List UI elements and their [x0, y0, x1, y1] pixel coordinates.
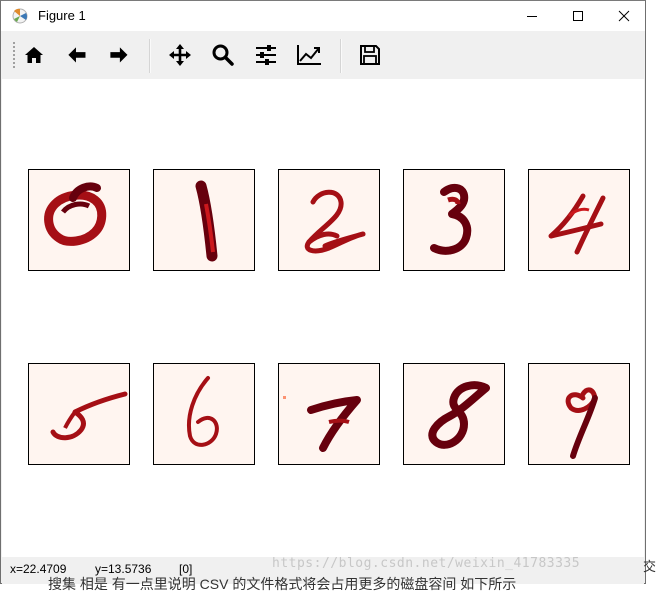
save-button[interactable] — [354, 39, 386, 71]
back-button[interactable] — [61, 39, 93, 71]
toolbar-separator — [149, 39, 151, 73]
customize-button[interactable] — [293, 39, 325, 71]
sliders-icon — [256, 45, 276, 65]
digit-image-5 — [28, 363, 130, 465]
zoom-button[interactable] — [207, 39, 239, 71]
pan-button[interactable] — [164, 39, 196, 71]
toolbar-separator — [340, 39, 342, 73]
matplotlib-icon — [12, 8, 28, 24]
close-button[interactable] — [601, 1, 647, 31]
digit-image-0 — [28, 169, 130, 271]
watermark-text: https://blog.csdn.net/weixin_41783335 — [272, 556, 581, 571]
figure-canvas[interactable] — [2, 79, 644, 557]
digit-image-8 — [403, 363, 505, 465]
background-page-text: 搜集 相是 有一点里说明 CSV 的文件格式将会占用更多的磁盘容间 如下所示 — [48, 576, 517, 592]
digit-glyph-6 — [187, 376, 219, 447]
subplots-button[interactable] — [250, 39, 282, 71]
window-title: Figure 1 — [38, 8, 86, 23]
digit-image-3 — [403, 169, 505, 271]
digit-glyph-3 — [430, 183, 472, 255]
chart-line-icon — [297, 45, 321, 65]
minimize-button[interactable] — [509, 1, 555, 31]
maximize-button[interactable] — [555, 1, 601, 31]
home-icon — [25, 47, 43, 63]
maximize-icon — [573, 11, 583, 21]
arrow-left-icon — [68, 47, 86, 63]
digit-glyph-2 — [304, 189, 366, 254]
figure-window: Figure 1 x=22.4709 y=13.5736 [0] — [0, 0, 646, 584]
home-button[interactable] — [18, 39, 50, 71]
magnifier-icon — [212, 44, 234, 66]
toolbar-grip[interactable] — [12, 41, 16, 69]
floppy-disk-icon — [360, 45, 380, 65]
digit-glyph-8 — [428, 381, 490, 449]
digit-glyph-0 — [44, 182, 107, 246]
minimize-icon — [527, 16, 537, 17]
digit-image-6 — [153, 363, 255, 465]
arrow-right-icon — [110, 47, 128, 63]
digit-image-4 — [528, 169, 630, 271]
title-bar[interactable]: Figure 1 — [1, 1, 645, 31]
digit-glyph-5 — [50, 391, 128, 441]
digit-image-2 — [278, 169, 380, 271]
digit-image-1 — [153, 169, 255, 271]
digit-image-9 — [528, 363, 630, 465]
background-page-edge: 交 — [643, 0, 656, 586]
forward-button[interactable] — [103, 39, 135, 71]
digit-image-7 — [278, 363, 380, 465]
navigation-toolbar — [1, 31, 645, 79]
digit-glyph-7 — [283, 396, 361, 452]
digit-glyph-4 — [548, 193, 606, 255]
background-edge-char: 交 — [643, 559, 656, 574]
close-icon — [618, 10, 630, 22]
move-icon — [169, 44, 191, 66]
digit-glyph-1 — [195, 180, 218, 262]
digit-glyph-9 — [565, 387, 598, 459]
